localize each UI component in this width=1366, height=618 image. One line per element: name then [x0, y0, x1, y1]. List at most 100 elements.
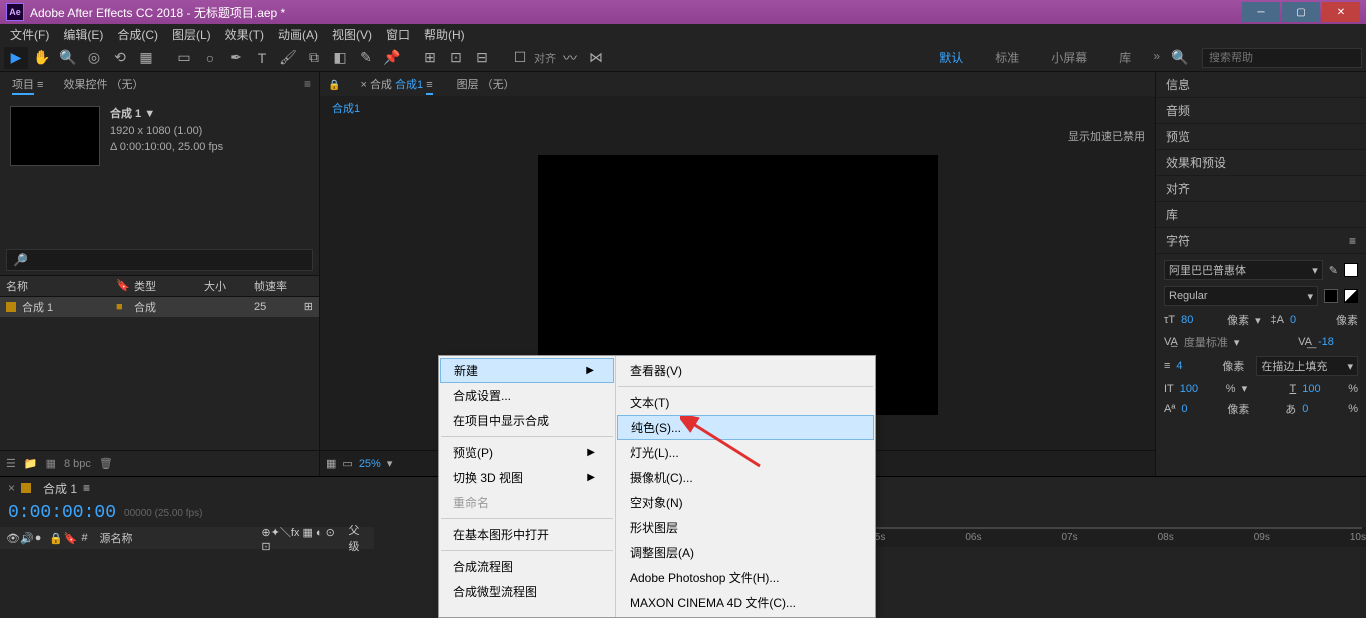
bpc-label[interactable]: 8 bpc — [64, 458, 91, 470]
brush-tool[interactable]: 🖌 — [276, 47, 300, 69]
menu-animation[interactable]: 动画(A) — [272, 24, 324, 45]
panel-audio[interactable]: 音频 — [1156, 98, 1366, 124]
comp-breadcrumb[interactable]: 合成1 — [326, 96, 1155, 120]
new-folder-icon[interactable]: 📁 — [24, 457, 38, 470]
viewer-grid-icon[interactable]: ▦ — [326, 457, 336, 470]
col-type[interactable]: 类型 — [134, 278, 204, 294]
col-size[interactable]: 大小 — [204, 278, 254, 294]
panel-menu-icon[interactable]: ≡ — [304, 77, 311, 91]
project-item-row[interactable]: 合成 1 ■ 合成 25 ⊞ — [0, 297, 319, 317]
zoom-dropdown-icon[interactable]: ▾ — [387, 457, 393, 470]
swap-color-icon[interactable] — [1344, 289, 1358, 303]
tab-effect-controls[interactable]: 效果控件 （无） — [59, 72, 147, 96]
local-axis-icon[interactable]: ⊞ — [418, 47, 442, 69]
snap-toggle[interactable]: ☐ — [508, 47, 532, 69]
ctx-open-essential[interactable]: 在基本图形中打开 — [439, 522, 615, 547]
leading-field[interactable]: 0 — [1290, 314, 1330, 326]
comp-thumbnail[interactable] — [10, 106, 100, 166]
ctx-new-adjustment[interactable]: 调整图层(A) — [616, 540, 875, 565]
col-name[interactable]: 名称 — [6, 278, 116, 294]
tab-comp-viewer[interactable]: × 合成 合成1 ≡ — [356, 72, 436, 96]
rotation-tool[interactable]: ⟲ — [108, 47, 132, 69]
fill-order-select[interactable]: 在描边上填充▾ — [1256, 356, 1358, 376]
lock-icon[interactable] — [328, 77, 340, 91]
font-size-field[interactable]: 80 — [1181, 314, 1221, 326]
ctx-new-solid[interactable]: 纯色(S)... — [617, 415, 874, 440]
menu-edit[interactable]: 编辑(E) — [57, 24, 109, 45]
kerning-field[interactable]: 度量标准 — [1184, 334, 1228, 350]
timeline-close-icon[interactable]: × — [8, 481, 15, 495]
view-axis-icon[interactable]: ⊟ — [470, 47, 494, 69]
snap-options[interactable]: 〰 — [558, 47, 582, 69]
menu-file[interactable]: 文件(F) — [4, 24, 55, 45]
ctx-new-light[interactable]: 灯光(L)... — [616, 440, 875, 465]
close-button[interactable]: ✕ — [1322, 2, 1360, 22]
ctx-comp-settings[interactable]: 合成设置... — [439, 383, 615, 408]
fill-color-swatch[interactable] — [1344, 263, 1358, 277]
stroke-width-field[interactable]: 4 — [1176, 360, 1216, 372]
ctx-new-c4d[interactable]: MAXON CINEMA 4D 文件(C)... — [616, 590, 875, 615]
pen-tool[interactable]: ✒ — [224, 47, 248, 69]
font-style-select[interactable]: Regular▾ — [1164, 286, 1318, 306]
camera-tool[interactable]: ▦ — [134, 47, 158, 69]
vscale-field[interactable]: 100 — [1180, 383, 1220, 395]
menu-composition[interactable]: 合成(C) — [111, 24, 164, 45]
menu-window[interactable]: 窗口 — [380, 24, 416, 45]
help-search-input[interactable] — [1209, 52, 1355, 64]
menu-effect[interactable]: 效果(T) — [219, 24, 270, 45]
type-tool[interactable]: T — [250, 47, 274, 69]
tab-layer-viewer[interactable]: 图层 （无） — [453, 72, 519, 96]
puppet-tool[interactable]: 📌 — [380, 47, 404, 69]
viewer-res-icon[interactable]: ▭ — [342, 457, 352, 470]
zoom-level[interactable]: 25% — [359, 458, 381, 470]
ctx-new-camera[interactable]: 摄像机(C)... — [616, 465, 875, 490]
current-time[interactable]: 0:00:00:00 — [0, 503, 124, 523]
ctx-new-psd[interactable]: Adobe Photoshop 文件(H)... — [616, 565, 875, 590]
flowchart-icon[interactable]: ⊞ — [304, 300, 313, 313]
workspace-default[interactable]: 默认 — [923, 45, 979, 70]
menu-layer[interactable]: 图层(L) — [166, 24, 217, 45]
workspace-lib[interactable]: 库 — [1103, 45, 1147, 70]
tsume-field[interactable]: 0 — [1302, 403, 1342, 415]
selection-tool[interactable]: ▶ — [4, 47, 28, 69]
ctx-new-null[interactable]: 空对象(N) — [616, 490, 875, 515]
ctx-switch-3d[interactable]: 切换 3D 视图▶ — [439, 465, 615, 490]
col-source-name[interactable]: 源名称 — [100, 530, 262, 546]
trash-icon[interactable]: 🗑 — [99, 457, 113, 470]
eraser-tool[interactable]: ◧ — [328, 47, 352, 69]
ctx-mini-flowchart[interactable]: 合成微型流程图 — [439, 579, 615, 604]
menu-view[interactable]: 视图(V) — [326, 24, 378, 45]
zoom-tool[interactable]: 🔍 — [56, 47, 80, 69]
roto-tool[interactable]: ✎ — [354, 47, 378, 69]
ctx-new-viewer[interactable]: 查看器(V) — [616, 358, 875, 383]
ellipse-tool[interactable]: ○ — [198, 47, 222, 69]
snap-options2[interactable]: ⋈ — [584, 47, 608, 69]
hscale-field[interactable]: 100 — [1302, 383, 1342, 395]
panel-align[interactable]: 对齐 — [1156, 176, 1366, 202]
timeline-ruler[interactable]: 05s 06s 07s 08s 09s 10s — [809, 527, 1366, 547]
stroke-color-swatch[interactable] — [1324, 289, 1338, 303]
workspace-more[interactable]: » — [1147, 45, 1166, 70]
world-axis-icon[interactable]: ⊡ — [444, 47, 468, 69]
panel-effects[interactable]: 效果和预设 — [1156, 150, 1366, 176]
interpret-icon[interactable]: ☰ — [6, 457, 16, 470]
col-fps[interactable]: 帧速率 — [254, 278, 287, 294]
ctx-new-text[interactable]: 文本(T) — [616, 390, 875, 415]
ctx-preview[interactable]: 预览(P)▶ — [439, 440, 615, 465]
ctx-new[interactable]: 新建▶ — [440, 358, 614, 383]
baseline-field[interactable]: 0 — [1181, 403, 1221, 415]
workspace-standard[interactable]: 标准 — [979, 45, 1035, 70]
tracking-field[interactable]: -18 — [1318, 336, 1358, 348]
workspace-small[interactable]: 小屏幕 — [1035, 45, 1103, 70]
ctx-reveal-in-project[interactable]: 在项目中显示合成 — [439, 408, 615, 433]
maximize-button[interactable]: ▢ — [1282, 2, 1320, 22]
new-comp-icon[interactable]: ▦ — [46, 457, 56, 470]
project-search[interactable]: 🔎 — [6, 249, 313, 271]
col-parent[interactable]: 父级 — [348, 522, 368, 554]
panel-info[interactable]: 信息 — [1156, 72, 1366, 98]
panel-character[interactable]: 字符≡ — [1156, 228, 1366, 254]
orbit-tool[interactable]: ◎ — [82, 47, 106, 69]
ctx-new-shape[interactable]: 形状图层 — [616, 515, 875, 540]
eyedropper-icon[interactable]: ✎ — [1329, 264, 1338, 277]
help-search[interactable] — [1202, 48, 1362, 68]
